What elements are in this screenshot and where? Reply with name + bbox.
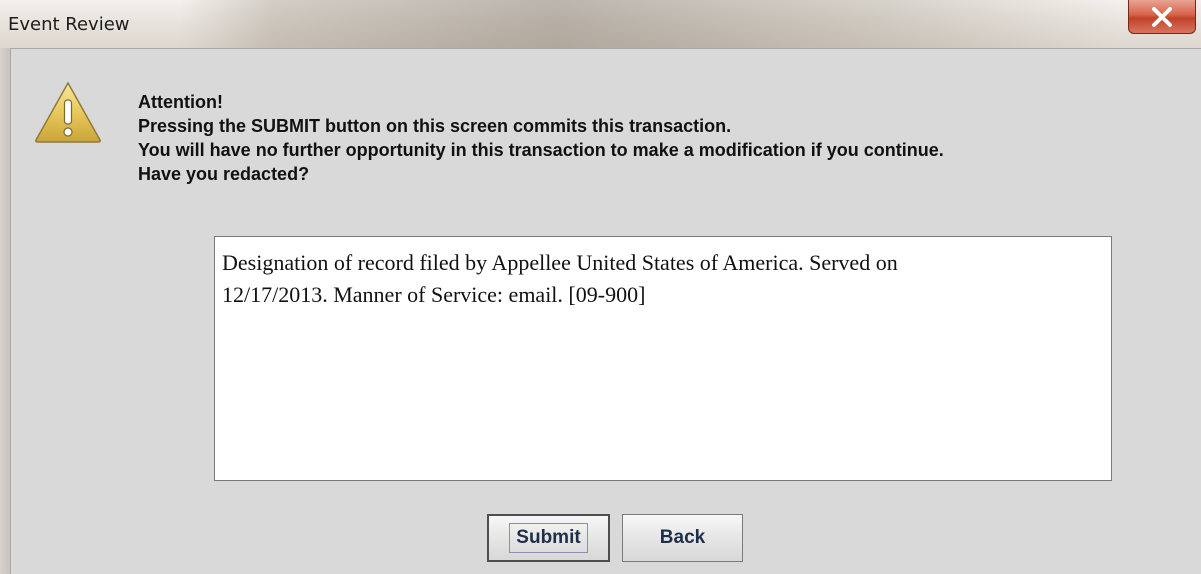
- window-frame-left: [0, 48, 10, 574]
- docket-text-line-2: 12/17/2013. Manner of Service: email. [0…: [222, 282, 646, 307]
- window-title: Event Review: [8, 14, 130, 35]
- submit-button-label: Submit: [509, 523, 588, 553]
- message-line-redacted: Have you redacted?: [138, 164, 310, 184]
- back-button[interactable]: Back: [622, 514, 743, 562]
- docket-text-line-1: Designation of record filed by Appellee …: [222, 250, 898, 275]
- message-line-no-modification: You will have no further opportunity in …: [138, 140, 944, 160]
- message-line-submit: Pressing the SUBMIT button on this scree…: [138, 116, 732, 136]
- warning-message: Attention! Pressing the SUBMIT button on…: [138, 90, 944, 186]
- title-bar[interactable]: Event Review: [0, 0, 1201, 49]
- warning-icon: [35, 81, 101, 143]
- submit-button[interactable]: Submit: [487, 514, 610, 562]
- event-review-window: Event Review Attention! Pressing the SUB…: [0, 0, 1201, 574]
- back-button-label: Back: [659, 527, 706, 548]
- docket-text-area[interactable]: Designation of record filed by Appellee …: [214, 236, 1112, 481]
- close-icon: [1152, 6, 1172, 27]
- message-line-attention: Attention!: [138, 92, 223, 112]
- close-button[interactable]: [1128, 0, 1196, 34]
